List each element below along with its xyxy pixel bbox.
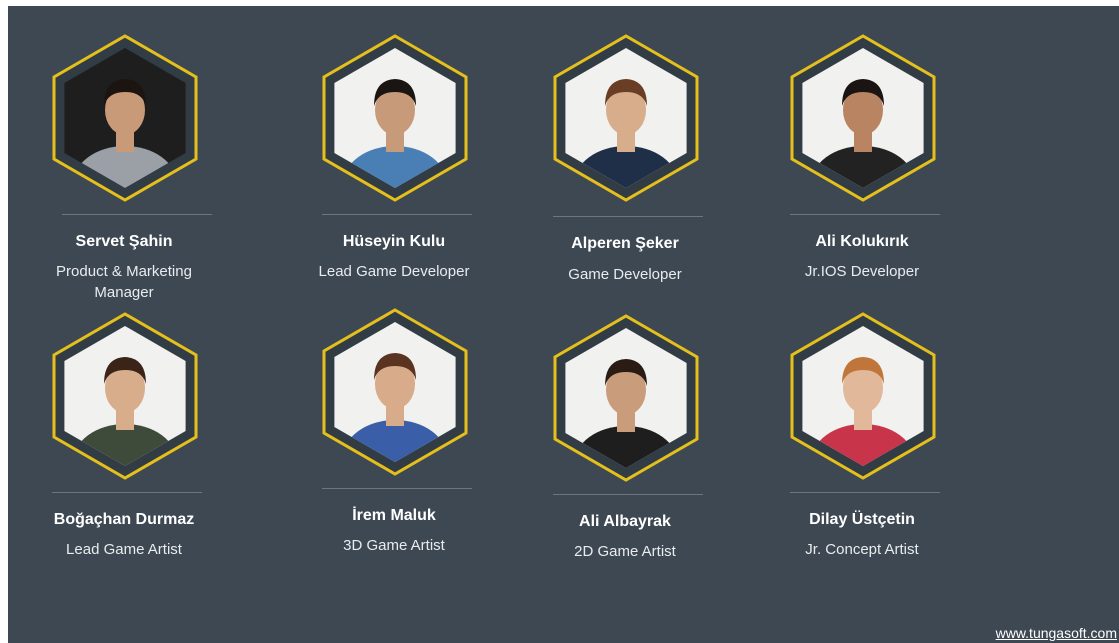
member-name: Boğaçhan Durmaz [53,511,195,528]
member-photo [553,34,699,202]
member-role: 2D Game Artist [574,543,676,560]
member-photo [790,34,936,202]
member-role: Jr.IOS Developer [804,263,920,280]
divider [322,214,472,215]
person-photo-icon [802,48,924,188]
member-name: İrem Maluk [352,507,436,524]
member-name: Hüseyin Kulu [342,233,446,250]
person-photo-icon [334,322,456,462]
member-photo [322,308,468,476]
member-role: Game Developer [568,266,682,283]
member-role: Product & Marketing Manager [56,263,192,301]
divider [790,492,940,493]
divider [322,488,472,489]
member-name: Ali Kolukırık [815,233,909,250]
member-role: Jr. Concept Artist [805,541,919,558]
person-photo-icon [565,48,687,188]
website-link[interactable]: www.tungasoft.com [993,625,1119,641]
divider [553,494,703,495]
member-role: Lead Game Developer [318,263,470,280]
person-photo-icon [802,326,924,466]
member-photo [553,314,699,482]
member-photo [322,34,468,202]
member-name: Servet Şahin [75,233,173,250]
divider [553,216,703,217]
divider [62,214,212,215]
member-name: Ali Albayrak [579,513,671,530]
person-photo-icon [64,48,186,188]
member-name: Dilay Üstçetin [809,511,915,528]
divider [52,492,202,493]
team-slide: Servet Şahin Product & Marketing Manager… [8,6,1119,643]
member-photo [52,312,198,480]
divider [790,214,940,215]
person-photo-icon [565,328,687,468]
member-photo [790,312,936,480]
member-role: 3D Game Artist [343,537,445,554]
person-photo-icon [64,326,186,466]
member-photo [52,34,198,202]
member-name: Alperen Şeker [571,235,679,252]
member-role: Lead Game Artist [66,541,182,558]
person-photo-icon [334,48,456,188]
